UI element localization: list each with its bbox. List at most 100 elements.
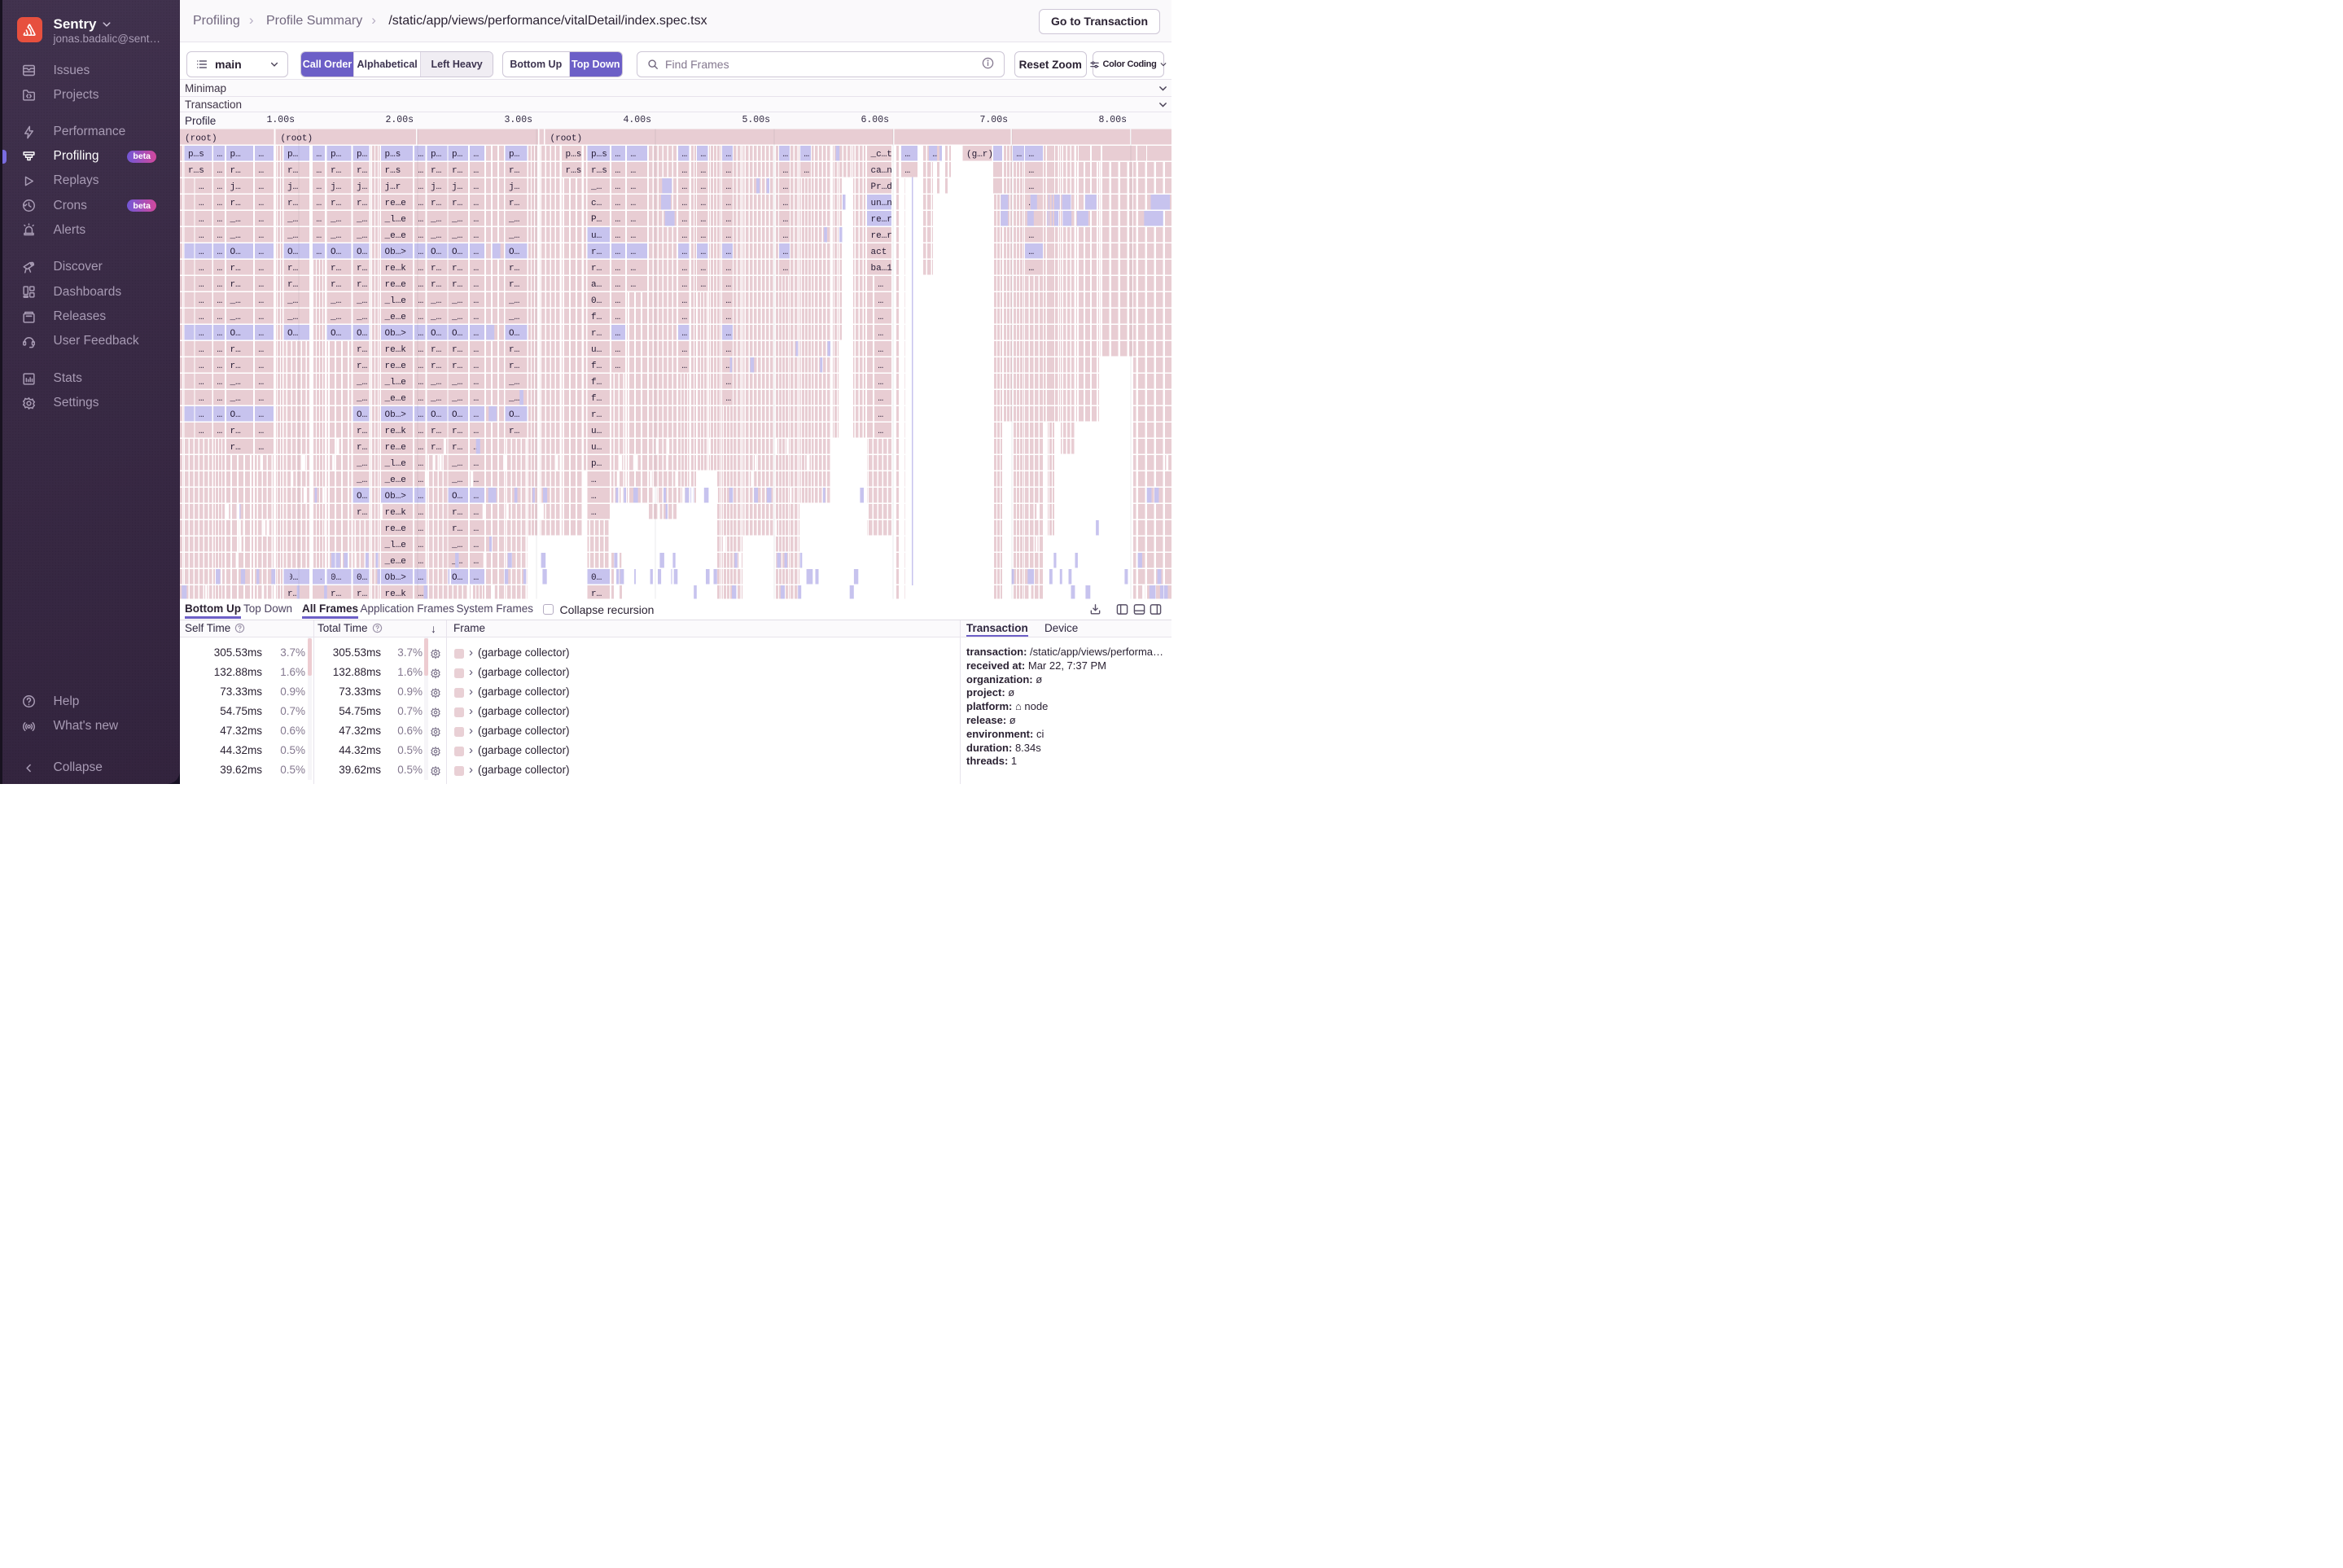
svg-text:j…: j… <box>331 182 341 192</box>
svg-text:…: … <box>418 589 424 599</box>
svg-text:r…: r… <box>331 264 341 274</box>
svg-text:…: … <box>259 215 265 225</box>
svg-text:_…: _… <box>230 313 241 322</box>
svg-text:…: … <box>783 231 789 241</box>
svg-text:O…: O… <box>287 247 298 257</box>
svg-text:…: … <box>418 166 424 176</box>
svg-text:_…: _… <box>430 378 441 388</box>
svg-text:f…: f… <box>591 378 602 388</box>
svg-text:0…: 0… <box>331 573 341 583</box>
svg-text:…: … <box>878 296 884 306</box>
svg-text:…: … <box>878 394 884 404</box>
svg-text:r…: r… <box>357 345 367 355</box>
svg-text:…: … <box>259 410 265 420</box>
svg-text:…: … <box>726 264 732 274</box>
svg-text:…: … <box>701 264 707 274</box>
svg-text:_…: _… <box>508 313 519 322</box>
svg-text:_e…e: _e…e <box>384 313 406 322</box>
svg-text:p…: p… <box>452 150 462 160</box>
svg-text:…: … <box>1029 231 1035 241</box>
svg-text:…: … <box>199 215 204 225</box>
svg-text:…: … <box>783 247 789 257</box>
svg-text:…: … <box>259 199 265 208</box>
svg-text:0…: 0… <box>357 573 367 583</box>
svg-text:…: … <box>682 264 688 274</box>
svg-text:…: … <box>726 247 732 257</box>
svg-text:…: … <box>259 296 265 306</box>
svg-text:…: … <box>878 361 884 371</box>
svg-text:_…: _… <box>356 313 367 322</box>
svg-text:_…: _… <box>356 231 367 241</box>
svg-text:re…e: re…e <box>385 443 406 453</box>
svg-text:O…: O… <box>452 492 462 501</box>
svg-text:r…: r… <box>452 264 462 274</box>
svg-text:p…: p… <box>230 150 241 160</box>
svg-text:r…: r… <box>452 280 462 290</box>
svg-text:…: … <box>682 215 688 225</box>
svg-text:…: … <box>804 166 810 176</box>
svg-text:…: … <box>259 150 265 160</box>
svg-text:…: … <box>682 182 688 192</box>
svg-text:r…: r… <box>509 345 519 355</box>
svg-text:…: … <box>199 199 204 208</box>
svg-text:…: … <box>591 492 597 501</box>
svg-text:…: … <box>418 345 424 355</box>
svg-text:…: … <box>418 459 424 469</box>
svg-text:r…: r… <box>591 264 602 274</box>
svg-text:…: … <box>418 443 424 453</box>
svg-text:…: … <box>615 247 621 257</box>
svg-text:O…: O… <box>509 247 519 257</box>
svg-text:…: … <box>615 199 621 208</box>
svg-text:…: … <box>217 313 223 322</box>
svg-text:re…k: re…k <box>385 264 407 274</box>
svg-text:_…: _… <box>451 215 462 225</box>
svg-text:…: … <box>1029 264 1035 274</box>
svg-text:re…k: re…k <box>385 427 407 436</box>
svg-text:r…: r… <box>509 361 519 371</box>
svg-text:_…: _… <box>590 182 602 192</box>
svg-text:O…: O… <box>230 329 241 339</box>
svg-text:_l…e: _l…e <box>384 459 406 469</box>
svg-text:_…: _… <box>287 231 298 241</box>
svg-text:r…: r… <box>452 345 462 355</box>
svg-text:r…: r… <box>230 264 241 274</box>
svg-text:Ob…>: Ob…> <box>385 247 406 257</box>
svg-text:…: … <box>217 264 223 274</box>
svg-text:…: … <box>418 329 424 339</box>
svg-text:…: … <box>682 296 688 306</box>
svg-text:…: … <box>682 247 688 257</box>
svg-text:…: … <box>878 427 884 436</box>
svg-text:…: … <box>615 296 621 306</box>
svg-text:r…: r… <box>357 427 367 436</box>
svg-text:…: … <box>615 215 621 225</box>
svg-text:r…: r… <box>287 264 298 274</box>
svg-text:act: act <box>871 247 887 257</box>
svg-text:a…: a… <box>591 280 602 290</box>
svg-text:…: … <box>199 264 204 274</box>
svg-text:p…: p… <box>287 150 298 160</box>
svg-text:O…: O… <box>357 410 367 420</box>
svg-text:…: … <box>783 264 789 274</box>
svg-text:r…: r… <box>509 166 519 176</box>
svg-text:ba…1: ba…1 <box>871 264 893 274</box>
svg-text:…: … <box>474 541 480 550</box>
svg-text:_…: _… <box>451 378 462 388</box>
svg-text:_…: _… <box>230 296 241 306</box>
svg-text:re…e: re…e <box>385 524 406 534</box>
svg-text:r…: r… <box>509 280 519 290</box>
svg-text:…: … <box>615 182 621 192</box>
svg-text:_…: _… <box>330 296 341 306</box>
svg-text:…: … <box>905 166 911 176</box>
svg-text:re…k: re…k <box>385 345 407 355</box>
svg-text:…: … <box>418 492 424 501</box>
svg-text:…: … <box>615 264 621 274</box>
svg-text:r…: r… <box>230 166 241 176</box>
svg-text:…: … <box>217 182 223 192</box>
svg-text:…: … <box>317 182 322 192</box>
svg-text:…: … <box>317 150 322 160</box>
svg-text:…: … <box>682 166 688 176</box>
svg-text:…: … <box>418 264 424 274</box>
svg-text:…: … <box>418 182 424 192</box>
svg-text:c…: c… <box>591 199 602 208</box>
svg-text:O…: O… <box>431 410 441 420</box>
